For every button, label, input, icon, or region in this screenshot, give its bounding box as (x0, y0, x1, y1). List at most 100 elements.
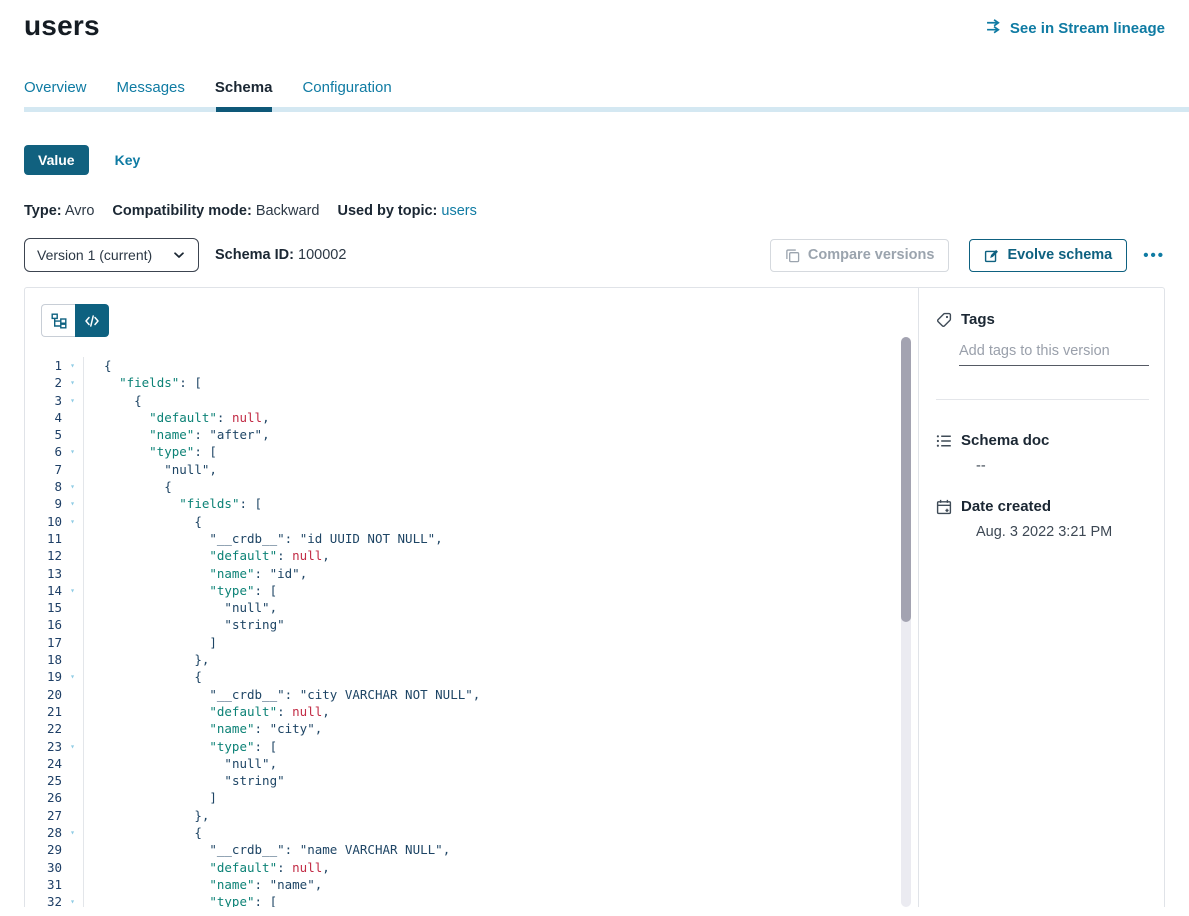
evolve-schema-label: Evolve schema (1007, 247, 1112, 263)
code-text: "name": "city", (84, 720, 322, 737)
code-line: 6▾ "type": [ (25, 443, 918, 460)
gutter-spacer (62, 565, 84, 582)
collapse-toggle-icon[interactable]: ▾ (62, 443, 84, 460)
schema-doc-value: -- (976, 458, 1149, 474)
gutter-spacer (62, 426, 84, 443)
line-number: 7 (25, 461, 62, 478)
key-toggle-link[interactable]: Key (115, 152, 141, 168)
code-text: "fields": [ (84, 495, 262, 512)
collapse-toggle-icon[interactable]: ▾ (62, 495, 84, 512)
code-line: 28▾ { (25, 824, 918, 841)
tab-underline-track (24, 107, 1189, 112)
tag-icon (936, 312, 952, 328)
topic-link[interactable]: users (441, 203, 476, 219)
schema-code-column: 1▾{2▾ "fields": [3▾ {4 "default": null,5… (25, 288, 918, 907)
code-line: 27 }, (25, 807, 918, 824)
evolve-schema-button[interactable]: Evolve schema (969, 239, 1127, 272)
line-number: 1 (25, 357, 62, 374)
gutter-spacer (62, 720, 84, 737)
code-line: 15 "null", (25, 599, 918, 616)
code-line: 7 "null", (25, 461, 918, 478)
line-number: 11 (25, 530, 62, 547)
gutter-spacer (62, 841, 84, 858)
used-by-topic-label: Used by topic: (337, 203, 437, 219)
line-number: 27 (25, 807, 62, 824)
line-number: 31 (25, 876, 62, 893)
code-text: "default": null, (84, 859, 330, 876)
line-number: 5 (25, 426, 62, 443)
line-number: 21 (25, 703, 62, 720)
code-text: { (84, 513, 202, 530)
collapse-toggle-icon[interactable]: ▾ (62, 893, 84, 907)
collapse-toggle-icon[interactable]: ▾ (62, 357, 84, 374)
list-icon (936, 433, 952, 449)
tags-input[interactable] (959, 341, 1149, 366)
gutter-spacer (62, 859, 84, 876)
code-text: }, (84, 807, 209, 824)
code-line: 1▾{ (25, 357, 918, 374)
code-text: ] (84, 634, 217, 651)
page-header: users See in Stream lineage (24, 0, 1165, 42)
code-text: "null", (84, 755, 277, 772)
code-line: 11 "__crdb__": "id UUID NOT NULL", (25, 530, 918, 547)
code-line: 13 "name": "id", (25, 565, 918, 582)
more-actions-button[interactable]: ••• (1143, 247, 1165, 264)
gutter-spacer (62, 634, 84, 651)
value-toggle-button[interactable]: Value (24, 145, 89, 175)
tab-configuration[interactable]: Configuration (302, 79, 391, 96)
collapse-toggle-icon[interactable]: ▾ (62, 392, 84, 409)
collapse-toggle-icon[interactable]: ▾ (62, 478, 84, 495)
compatibility-label: Compatibility mode: (112, 203, 251, 219)
code-text: "string" (84, 616, 285, 633)
code-editor: 1▾{2▾ "fields": [3▾ {4 "default": null,5… (25, 357, 918, 907)
active-tab-indicator (216, 107, 272, 112)
schema-id-field: Schema ID: 100002 (215, 247, 346, 263)
code-view-icon (84, 313, 100, 329)
line-number: 10 (25, 513, 62, 530)
collapse-toggle-icon[interactable]: ▾ (62, 824, 84, 841)
code-text: "default": null, (84, 409, 270, 426)
compare-versions-button[interactable]: Compare versions (770, 239, 950, 272)
collapse-toggle-icon[interactable]: ▾ (62, 374, 84, 391)
schema-doc-section-header: Schema doc (936, 432, 1149, 449)
tab-schema[interactable]: Schema (215, 79, 273, 96)
line-number: 18 (25, 651, 62, 668)
code-scrollbar-thumb[interactable] (901, 337, 911, 622)
version-select[interactable]: Version 1 (current) (24, 238, 199, 272)
gutter-spacer (62, 789, 84, 806)
gutter-spacer (62, 461, 84, 478)
stream-lineage-link[interactable]: See in Stream lineage (986, 18, 1165, 39)
schema-id-value: 100002 (298, 247, 346, 263)
code-text: "string" (84, 772, 285, 789)
code-text: "fields": [ (84, 374, 202, 391)
line-number: 14 (25, 582, 62, 599)
code-line: 5 "name": "after", (25, 426, 918, 443)
code-text: { (84, 478, 172, 495)
gutter-spacer (62, 876, 84, 893)
version-select-value: Version 1 (current) (37, 247, 152, 263)
code-line: 10▾ { (25, 513, 918, 530)
code-text: "null", (84, 461, 217, 478)
collapse-toggle-icon[interactable]: ▾ (62, 668, 84, 685)
code-line: 2▾ "fields": [ (25, 374, 918, 391)
collapse-toggle-icon[interactable]: ▾ (62, 513, 84, 530)
collapse-toggle-icon[interactable]: ▾ (62, 738, 84, 755)
line-number: 12 (25, 547, 62, 564)
tree-view-button[interactable] (41, 304, 75, 337)
code-line: 31 "name": "name", (25, 876, 918, 893)
gutter-spacer (62, 547, 84, 564)
tab-overview[interactable]: Overview (24, 79, 87, 96)
collapse-toggle-icon[interactable]: ▾ (62, 582, 84, 599)
code-text: "default": null, (84, 703, 330, 720)
line-number: 16 (25, 616, 62, 633)
code-line: 14▾ "type": [ (25, 582, 918, 599)
code-line: 4 "default": null, (25, 409, 918, 426)
code-line: 25 "string" (25, 772, 918, 789)
tab-messages[interactable]: Messages (117, 79, 185, 96)
line-number: 19 (25, 668, 62, 685)
compatibility-field: Compatibility mode: Backward (112, 203, 319, 219)
code-view-button[interactable] (75, 304, 109, 337)
line-number: 24 (25, 755, 62, 772)
code-scrollbar-track[interactable] (901, 337, 911, 907)
line-number: 13 (25, 565, 62, 582)
